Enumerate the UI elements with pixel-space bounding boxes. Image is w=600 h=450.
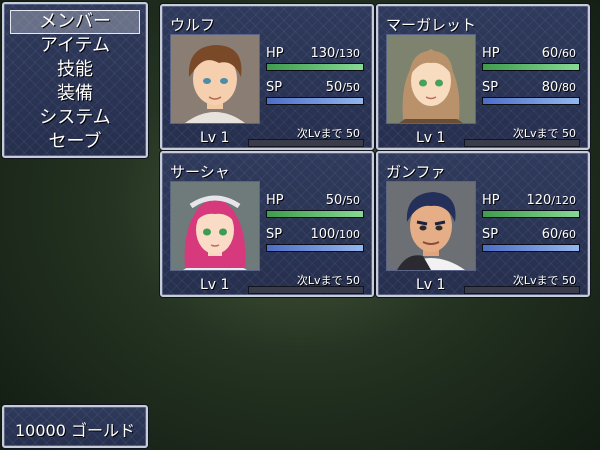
hp-label: HP xyxy=(482,193,500,208)
level-label: Lv 1 xyxy=(200,130,230,146)
gold-amount: 10000 ゴールド xyxy=(15,421,135,440)
member-card-ganfa[interactable]: ガンファ HP 120/120 SP 60/60 次Lvまで 50 Lv 1 xyxy=(376,151,590,297)
menu-item-members[interactable]: メンバー xyxy=(10,10,140,34)
portrait-dark-haired-old-man xyxy=(386,181,476,271)
sp-label: SP xyxy=(266,80,283,95)
member-name: マーガレット xyxy=(386,16,477,34)
menu-item-system[interactable]: システム xyxy=(10,106,140,130)
hp-gauge xyxy=(266,210,364,218)
member-name: サーシャ xyxy=(170,163,230,181)
portrait-brown-haired-young-man xyxy=(170,34,260,124)
exp-gauge xyxy=(464,286,580,294)
hp-value: 60/60 xyxy=(541,46,576,61)
sp-gauge xyxy=(482,244,580,252)
hp-gauge xyxy=(266,63,364,71)
sp-value: 50/50 xyxy=(325,80,360,95)
portrait-light-brown-haired-woman xyxy=(386,34,476,124)
level-label: Lv 1 xyxy=(416,277,446,293)
exp-gauge xyxy=(248,286,364,294)
hp-label: HP xyxy=(266,193,284,208)
gold-window: 10000 ゴールド xyxy=(2,405,148,448)
sp-label: SP xyxy=(482,227,499,242)
sp-gauge xyxy=(482,97,580,105)
hp-value: 120/120 xyxy=(526,193,576,208)
exp-gauge xyxy=(464,139,580,147)
menu-item-save[interactable]: セーブ xyxy=(10,130,140,154)
exp-gauge xyxy=(248,139,364,147)
hp-value: 50/50 xyxy=(325,193,360,208)
member-card-wolf[interactable]: ウルフ HP 130/130 SP 50/50 次Lvまで 50 Lv 1 xyxy=(160,4,374,150)
member-card-sasha[interactable]: サーシャ HP 50/50 SP 100/100 次Lvまで 50 Lv 1 xyxy=(160,151,374,297)
member-card-margaret[interactable]: マーガレット HP 60/60 SP 80/80 次Lvまで 50 Lv 1 xyxy=(376,4,590,150)
hp-label: HP xyxy=(266,46,284,61)
command-menu: メンバー アイテム 技能 装備 システム セーブ xyxy=(2,2,148,158)
hp-gauge xyxy=(482,210,580,218)
sp-value: 60/60 xyxy=(541,227,576,242)
level-label: Lv 1 xyxy=(416,130,446,146)
sp-value: 100/100 xyxy=(310,227,360,242)
sp-gauge xyxy=(266,244,364,252)
sp-gauge xyxy=(266,97,364,105)
hp-value: 130/130 xyxy=(310,46,360,61)
hp-gauge xyxy=(482,63,580,71)
sp-label: SP xyxy=(482,80,499,95)
member-name: ガンファ xyxy=(386,163,446,181)
hp-label: HP xyxy=(482,46,500,61)
level-label: Lv 1 xyxy=(200,277,230,293)
member-name: ウルフ xyxy=(170,16,216,34)
portrait-pink-haired-girl xyxy=(170,181,260,271)
sp-value: 80/80 xyxy=(541,80,576,95)
sp-label: SP xyxy=(266,227,283,242)
menu-item-equipment[interactable]: 装備 xyxy=(10,82,140,106)
menu-item-skills[interactable]: 技能 xyxy=(10,58,140,82)
menu-item-items[interactable]: アイテム xyxy=(10,34,140,58)
